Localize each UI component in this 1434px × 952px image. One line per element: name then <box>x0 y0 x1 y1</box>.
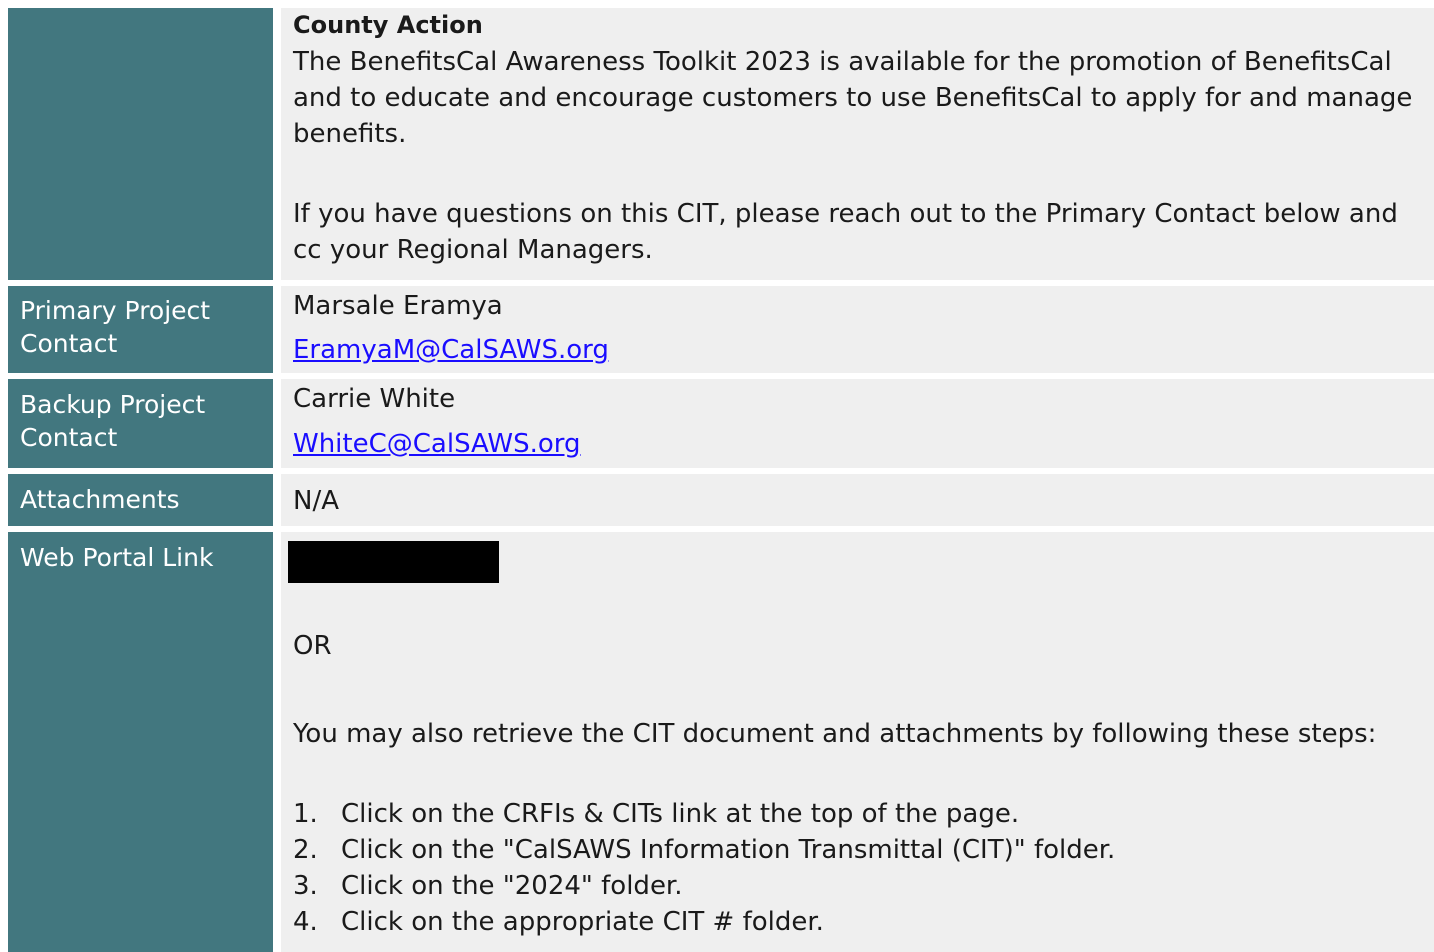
step-number: 3. <box>293 871 318 901</box>
step-number: 2. <box>293 835 318 865</box>
attachments-label: Attachments <box>8 474 273 526</box>
web-portal-value-cell: OR You may also retrieve the CIT documen… <box>281 532 1434 952</box>
county-action-row: County Action The BenefitsCal Awareness … <box>8 8 1434 280</box>
backup-contact-row: Backup Project Contact Carrie White Whit… <box>8 379 1434 468</box>
backup-contact-email-link[interactable]: WhiteC@CalSAWS.org <box>293 429 581 459</box>
redacted-link-block <box>288 541 499 583</box>
primary-contact-label: Primary Project Contact <box>8 286 273 373</box>
attachments-row: Attachments N/A <box>8 474 1434 526</box>
or-text: OR <box>293 631 332 661</box>
primary-contact-value-cell: Marsale Eramya EramyaM@CalSAWS.org <box>281 286 1434 373</box>
county-action-value-cell: County Action The BenefitsCal Awareness … <box>281 8 1434 280</box>
backup-contact-name: Carrie White <box>293 384 456 414</box>
county-action-paragraph-2: If you have questions on this CIT, pleas… <box>293 199 1398 265</box>
primary-contact-email-link[interactable]: EramyaM@CalSAWS.org <box>293 335 609 365</box>
web-portal-intro: You may also retrieve the CIT document a… <box>293 719 1377 749</box>
step-item: 1. Click on the CRFIs & CITs link at the … <box>293 796 1423 832</box>
primary-contact-name: Marsale Eramya <box>293 291 503 321</box>
step-number: 1. <box>293 799 318 829</box>
attachments-value: N/A <box>293 486 339 516</box>
primary-contact-row: Primary Project Contact Marsale Eramya E… <box>8 286 1434 373</box>
steps-list: 1. Click on the CRFIs & CITs link at the … <box>293 796 1423 940</box>
step-item: 3. Click on the "2024" folder. <box>293 868 1423 904</box>
web-portal-row: Web Portal Link OR You may also retrieve… <box>8 532 1434 952</box>
step-item: 2. Click on the "CalSAWS Information Tran… <box>293 832 1423 868</box>
backup-contact-value-cell: Carrie White WhiteC@CalSAWS.org <box>281 379 1434 468</box>
backup-contact-label: Backup Project Contact <box>8 379 273 468</box>
step-number: 4. <box>293 907 318 937</box>
county-action-heading: County Action <box>293 11 483 39</box>
web-portal-label: Web Portal Link <box>8 532 273 952</box>
step-text: Click on the CRFIs & CITs link at the to… <box>341 799 1020 829</box>
attachments-value-cell: N/A <box>281 474 1434 526</box>
county-action-label-cell <box>8 8 273 280</box>
step-text: Click on the appropriate CIT # folder. <box>341 907 824 937</box>
step-text: Click on the "CalSAWS Information Transm… <box>341 835 1116 865</box>
step-item: 4. Click on the appropriate CIT # folder. <box>293 904 1423 940</box>
county-action-paragraph-1: The BenefitsCal Awareness Toolkit 2023 i… <box>293 47 1413 149</box>
step-text: Click on the "2024" folder. <box>341 871 683 901</box>
